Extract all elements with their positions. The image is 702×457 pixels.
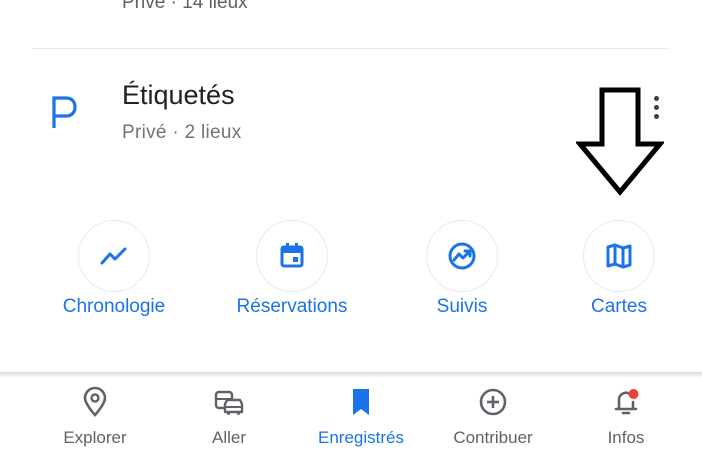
nav-explorer[interactable]: Explorer <box>30 384 160 454</box>
list-divider <box>32 48 670 49</box>
shortcut-label: Cartes <box>591 296 647 317</box>
nav-enregistres[interactable]: Enregistrés <box>296 384 426 454</box>
annotation-arrow-icon <box>576 87 664 196</box>
nav-label: Infos <box>607 428 645 447</box>
notification-bell-icon <box>614 389 639 415</box>
shortcut-maps[interactable]: Cartes <box>539 220 699 340</box>
nav-contribuer[interactable]: Contribuer <box>428 384 558 454</box>
trending-icon <box>426 220 498 292</box>
calendar-icon <box>256 220 328 292</box>
timeline-icon <box>78 220 150 292</box>
nav-aller[interactable]: Aller <box>164 384 294 454</box>
list-item-title: Étiquetés <box>122 80 235 110</box>
notification-dot <box>628 389 639 399</box>
shortcut-label: Suivis <box>436 296 488 317</box>
shortcut-timeline[interactable]: Chronologie <box>34 220 194 340</box>
bookmark-icon <box>353 389 369 415</box>
map-icon <box>583 220 655 292</box>
shortcut-label: Réservations <box>236 296 348 317</box>
shortcut-reservations[interactable]: Réservations <box>212 220 372 340</box>
location-pin-icon <box>83 386 107 417</box>
nav-label: Enregistrés <box>318 428 404 447</box>
shortcut-label: Chronologie <box>62 296 166 317</box>
nav-label: Explorer <box>63 428 127 447</box>
list-item-subtitle: Privé · 2 lieux <box>122 122 242 143</box>
nav-label: Contribuer <box>453 428 533 447</box>
nav-infos[interactable]: Infos <box>561 384 691 454</box>
label-icon <box>52 96 77 128</box>
previous-list-subtitle: Privé · 14 lieux <box>122 0 248 13</box>
add-circle-icon <box>479 388 507 416</box>
nav-label: Aller <box>211 428 246 447</box>
list-item-etiquetes[interactable] <box>32 60 572 160</box>
commute-icon <box>214 390 244 415</box>
bottom-nav-divider <box>0 372 702 378</box>
shortcut-following[interactable]: Suivis <box>382 220 542 340</box>
